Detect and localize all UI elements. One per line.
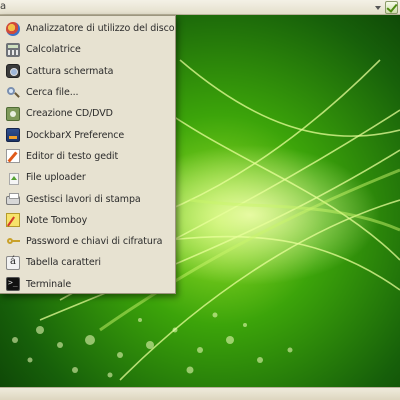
keys-icon [6, 235, 20, 249]
system-tray [375, 1, 398, 14]
menu-item-gedit-text-editor[interactable]: Editor di testo gedit [0, 146, 175, 167]
menu-item-label: Editor di testo gedit [26, 150, 119, 162]
menu-item-passwords-keys[interactable]: Password e chiavi di cifratura [0, 231, 175, 252]
desktop-screen: a Analizzatore di utilizzo del disco Cal… [0, 0, 400, 400]
file-upload-icon [6, 171, 20, 185]
menu-item-label: Terminale [26, 278, 72, 290]
menu-item-character-map[interactable]: Tabella caratteri [0, 252, 175, 273]
menu-item-calculator[interactable]: Calcolatrice [0, 39, 175, 60]
character-map-icon [6, 255, 20, 270]
disk-usage-icon [6, 21, 20, 36]
menu-item-label: File uploader [26, 172, 86, 184]
text-editor-icon [6, 149, 20, 164]
update-check-icon[interactable] [385, 1, 398, 14]
cd-dvd-icon [6, 106, 20, 121]
menu-item-label: Analizzatore di utilizzo del disco [26, 23, 175, 35]
menu-item-cd-dvd-creator[interactable]: Creazione CD/DVD [0, 103, 175, 124]
menu-item-file-uploader[interactable]: File uploader [0, 167, 175, 188]
dropdown-arrow-icon[interactable] [375, 5, 381, 10]
menu-item-label: Password e chiavi di cifratura [26, 236, 163, 248]
menu-item-label: Gestisci lavori di stampa [26, 193, 141, 205]
bottom-panel [0, 387, 400, 400]
menu-item-disk-usage-analyzer[interactable]: Analizzatore di utilizzo del disco [0, 18, 175, 39]
accessories-menu: Analizzatore di utilizzo del disco Calco… [0, 15, 176, 294]
menu-item-label: Tabella caratteri [26, 257, 101, 269]
notes-icon [6, 213, 20, 228]
menu-item-search-files[interactable]: Cerca file... [0, 82, 175, 103]
dockbarx-icon [6, 128, 20, 143]
menu-item-label: DockbarX Preference [26, 129, 125, 141]
menu-item-dockbarx-preference[interactable]: DockbarX Preference [0, 124, 175, 145]
menu-item-print-jobs[interactable]: Gestisci lavori di stampa [0, 188, 175, 209]
menu-item-tomboy-notes[interactable]: Note Tomboy [0, 210, 175, 231]
menu-item-label: Calcolatrice [26, 44, 81, 56]
menu-item-screenshot[interactable]: Cattura schermata [0, 61, 175, 82]
menu-item-label: Cattura schermata [26, 65, 114, 77]
top-panel: a [0, 0, 400, 15]
terminal-icon [6, 277, 20, 292]
screenshot-icon [6, 64, 20, 79]
menu-item-label: Note Tomboy [26, 214, 88, 226]
menu-item-terminal[interactable]: Terminale [0, 274, 175, 295]
menu-item-label: Creazione CD/DVD [26, 108, 113, 120]
calculator-icon [6, 42, 20, 57]
search-icon [6, 86, 20, 100]
menu-item-label: Cerca file... [26, 87, 79, 99]
applications-menu-label[interactable]: a [0, 1, 6, 13]
printer-icon [6, 193, 20, 206]
